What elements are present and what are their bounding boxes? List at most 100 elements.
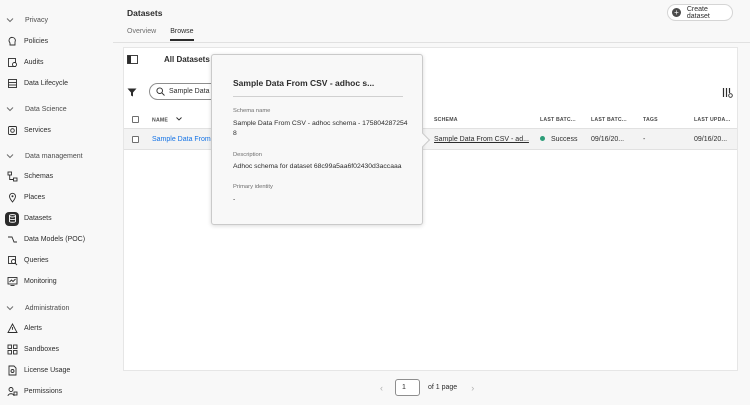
schema-name-link[interactable]: Sample Data From CSV - adhoc schema - 17… [233, 119, 408, 139]
sidebar-section-privacy[interactable]: Privacy [4, 13, 48, 27]
popover-divider [233, 96, 403, 97]
sidebar-section-label: Data management [25, 152, 83, 160]
dataset-popover: Sample Data From CSV - adhoc s... Schema… [211, 54, 431, 225]
primary-identity-value: - [233, 196, 236, 203]
column-header-label: NAME [152, 117, 169, 124]
page-title: Datasets [127, 8, 163, 18]
popover-title: Sample Data From CSV - adhoc s... [233, 78, 375, 88]
select-all-checkbox[interactable] [132, 116, 139, 123]
add-icon: + [672, 8, 681, 17]
sidebar-item-alerts[interactable]: Alerts [5, 320, 109, 337]
sidebar-section-label: Administration [25, 304, 70, 312]
model-icon [5, 233, 19, 247]
sidebar-item-license-usage[interactable]: License Usage [5, 362, 109, 379]
tags-cell: - [643, 136, 646, 143]
column-header-tags[interactable]: TAGS [643, 117, 658, 123]
schema-name-label: Schema name [233, 108, 271, 114]
sidebar-item-datasets[interactable]: Datasets [5, 210, 109, 227]
column-settings-icon[interactable] [722, 87, 733, 100]
sidebar-item-label: Monitoring [24, 278, 57, 285]
audit-icon [5, 56, 19, 70]
next-page-icon[interactable]: › [471, 383, 474, 393]
sidebar-item-label: Alerts [24, 325, 42, 332]
services-icon [5, 124, 19, 138]
sidebar-item-services[interactable]: Services [5, 122, 109, 139]
sandbox-icon [5, 343, 19, 357]
tabs-divider [113, 42, 750, 43]
license-icon [5, 364, 19, 378]
pagination: ‹ 1 of 1 page › [380, 379, 474, 396]
sidebar-item-monitoring[interactable]: Monitoring [5, 273, 109, 290]
column-header-last-batch-status[interactable]: LAST BATC... [540, 117, 576, 123]
column-header-last-updated[interactable]: LAST UPDA... [694, 117, 730, 123]
batch-status: Success [540, 135, 578, 143]
sidebar-item-label: Schemas [24, 173, 54, 180]
sidebar-item-label: Services [24, 127, 51, 134]
page-number-input[interactable]: 1 [395, 379, 420, 396]
schema-icon [5, 170, 19, 184]
chevron-down-icon [175, 117, 182, 123]
sidebar-item-places[interactable]: Places [5, 189, 109, 206]
sidebar-item-data-models[interactable]: Data Models (POC) [5, 231, 109, 248]
monitor-icon [5, 275, 19, 289]
batch-status-text: Success [551, 136, 578, 143]
chevron-down-icon [4, 103, 16, 115]
dataset-name-link[interactable]: Sample Data From ( [152, 136, 215, 143]
all-datasets-heading: All Datasets [164, 55, 210, 64]
search-icon [156, 87, 165, 96]
column-header-schema[interactable]: SCHEMA [434, 117, 458, 123]
create-dataset-label: Create dataset [686, 5, 710, 20]
primary-identity-label: Primary identity [233, 184, 273, 190]
alert-icon [5, 322, 19, 336]
sidebar-section-label: Privacy [25, 16, 48, 24]
page-count-label: of 1 page [428, 384, 458, 391]
schema-link[interactable]: Sample Data From CSV - ad... [434, 136, 529, 143]
sidebar: Privacy Policies Audits Data Lifecycle D… [0, 0, 113, 405]
sidebar-item-label: Policies [24, 38, 49, 45]
sidebar-item-label: Queries [24, 257, 49, 264]
lifecycle-icon [5, 77, 19, 91]
permissions-icon [5, 385, 19, 399]
sidebar-item-label: Audits [24, 59, 44, 66]
policy-icon [5, 35, 19, 49]
status-dot [540, 135, 545, 141]
search-input[interactable]: Sample Data [149, 83, 219, 100]
sidebar-section-data-science[interactable]: Data Science [4, 102, 67, 116]
chevron-down-icon [4, 150, 16, 162]
sidebar-item-label: Permissions [24, 388, 63, 395]
sidebar-item-schemas[interactable]: Schemas [5, 168, 109, 185]
query-icon [5, 254, 19, 268]
sidebar-item-data-lifecycle[interactable]: Data Lifecycle [5, 75, 109, 92]
sidebar-item-label: Places [24, 194, 46, 201]
sidebar-item-permissions[interactable]: Permissions [5, 383, 109, 400]
sidebar-item-label: Data Lifecycle [24, 80, 68, 87]
previous-page-icon[interactable]: ‹ [380, 383, 383, 393]
chevron-down-icon [4, 302, 16, 314]
tab-browse[interactable]: Browse [170, 28, 194, 41]
pin-icon [5, 191, 19, 205]
sidebar-section-administration[interactable]: Administration [4, 301, 69, 315]
sidebar-item-label: Sandboxes [24, 346, 60, 353]
description-label: Description [233, 152, 262, 158]
description-value: Adhoc schema for dataset 68c99a5aa6f0243… [233, 163, 402, 170]
filter-icon[interactable] [127, 88, 137, 99]
row-checkbox[interactable] [132, 136, 139, 143]
sidebar-item-sandboxes[interactable]: Sandboxes [5, 341, 109, 358]
last-batch-date: 09/16/20... [591, 136, 625, 143]
column-header-last-batch-date[interactable]: LAST BATC... [591, 117, 627, 123]
column-header-name[interactable]: NAME [152, 117, 182, 123]
database-icon [5, 211, 19, 226]
sidebar-item-label: Datasets [24, 215, 52, 222]
sidebar-item-label: License Usage [24, 367, 71, 374]
chevron-down-icon [4, 14, 16, 26]
tab-overview[interactable]: Overview [127, 28, 156, 41]
tab-bar: Overview Browse [127, 28, 208, 41]
sidebar-item-audits[interactable]: Audits [5, 54, 109, 71]
panel-toggle-icon[interactable] [127, 55, 138, 67]
sidebar-item-queries[interactable]: Queries [5, 252, 109, 269]
create-dataset-button[interactable]: + Create dataset [667, 4, 733, 21]
sidebar-section-data-management[interactable]: Data management [4, 149, 83, 163]
sidebar-section-label: Data Science [25, 105, 67, 113]
last-updated: 09/16/20... [694, 136, 728, 143]
sidebar-item-policies[interactable]: Policies [5, 33, 109, 50]
